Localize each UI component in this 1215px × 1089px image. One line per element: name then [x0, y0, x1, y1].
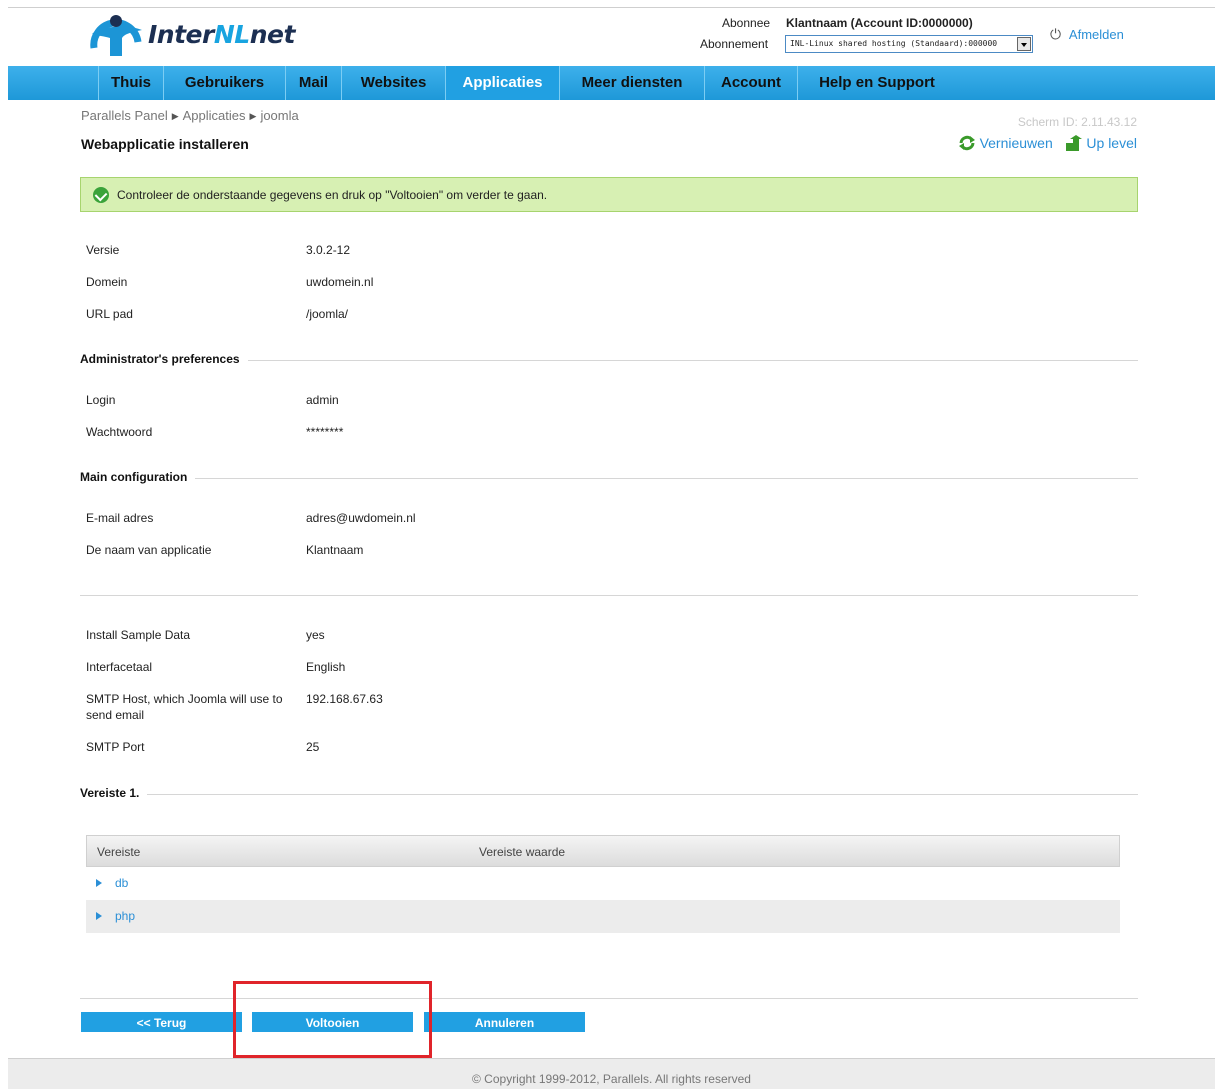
section-requirements: Vereiste 1. [80, 786, 1138, 802]
field-value: adres@uwdomein.nl [306, 511, 416, 525]
logout-link[interactable]: ⏻ Afmelden [1050, 26, 1124, 43]
requirements-table: Vereiste Vereiste waarde db php [86, 835, 1120, 933]
refresh-icon [958, 135, 975, 151]
field-value: /joomla/ [306, 307, 349, 321]
field-label: SMTP Host, which Joomla will use to send… [86, 692, 283, 722]
nav-gebruikers[interactable]: Gebruikers [164, 66, 286, 100]
nav-thuis[interactable]: Thuis [98, 66, 164, 100]
page-tools: Vernieuwen Up level [958, 135, 1137, 151]
field-label: Wachtwoord [86, 425, 153, 439]
field-label: URL pad [86, 307, 133, 321]
subscriber-label: Abonnee [722, 16, 771, 30]
divider [80, 595, 1138, 596]
nav-websites[interactable]: Websites [342, 66, 446, 100]
section-admin-preferences: Administrator's preferences [80, 352, 1138, 368]
section-title: Vereiste 1. [80, 786, 148, 800]
subscription-select[interactable]: INL-Linux shared hosting (Standaard):000… [785, 35, 1033, 53]
field-label: Login [86, 393, 116, 407]
info-message: Controleer de onderstaande gegevens en d… [80, 177, 1138, 212]
internlnet-logo[interactable]: InterNLnet [88, 12, 328, 58]
breadcrumb-applicaties[interactable]: Applicaties [183, 108, 246, 123]
field-label: SMTP Port [86, 740, 145, 754]
subscriber-name: Klantnaam (Account ID:0000000) [786, 16, 973, 30]
field-value: 25 [306, 740, 320, 754]
field-value: uwdomein.nl [306, 275, 374, 289]
table-row: php [86, 900, 1120, 933]
highlight-annotation [233, 981, 432, 1058]
field-label: Interfacetaal [86, 660, 153, 674]
logout-label: Afmelden [1068, 27, 1124, 42]
breadcrumb-parallels-panel[interactable]: Parallels Panel [81, 108, 168, 123]
section-title: Main configuration [80, 470, 196, 484]
table-header: Vereiste Vereiste waarde [86, 835, 1120, 867]
nav-meer-diensten[interactable]: Meer diensten [560, 66, 705, 100]
chevron-down-icon[interactable] [1017, 37, 1031, 51]
field-label: E-mail adres [86, 511, 154, 525]
power-icon: ⏻ [1050, 26, 1062, 42]
column-header-vereiste-waarde[interactable]: Vereiste waarde [479, 845, 565, 859]
up-arrow-icon [1066, 135, 1083, 151]
field-label: Install Sample Data [86, 628, 191, 642]
refresh-label: Vernieuwen [979, 135, 1053, 151]
field-label: Domein [86, 275, 128, 289]
section-divider [80, 794, 1138, 795]
expand-arrow-icon[interactable] [96, 912, 102, 920]
chevron-right-icon: ▶ [249, 111, 257, 121]
nav-mail[interactable]: Mail [286, 66, 342, 100]
field-value: Klantnaam [306, 543, 364, 557]
check-circle-icon [93, 187, 109, 203]
main-navigation: Thuis Gebruikers Mail Websites Applicati… [8, 66, 1215, 100]
nav-help-support[interactable]: Help en Support [798, 66, 956, 100]
breadcrumb-joomla: joomla [260, 108, 299, 123]
section-divider [80, 478, 1138, 479]
chevron-right-icon: ▶ [171, 111, 179, 121]
field-value: 192.168.67.63 [306, 692, 383, 706]
subscription-value: INL-Linux shared hosting (Standaard):000… [790, 39, 998, 48]
subscription-label: Abonnement [700, 37, 769, 51]
top-border [8, 7, 1215, 8]
section-main-configuration: Main configuration [80, 470, 1138, 486]
field-value: admin [306, 393, 339, 407]
back-button[interactable]: << Terug [81, 1012, 242, 1032]
table-row: db [86, 867, 1120, 900]
logo-mark-icon [90, 15, 142, 56]
screen-id: Scherm ID: 2.11.43.12 [1017, 115, 1137, 129]
column-header-vereiste[interactable]: Vereiste [97, 845, 140, 859]
nav-account[interactable]: Account [705, 66, 798, 100]
footer: © Copyright 1999-2012, Parallels. All ri… [8, 1058, 1215, 1089]
field-label: De naam van applicatie [86, 543, 212, 557]
field-label: Versie [86, 243, 120, 257]
requirement-link-db[interactable]: db [115, 876, 128, 890]
page-title: Webapplicatie installeren [81, 136, 249, 152]
requirement-link-php[interactable]: php [115, 909, 135, 923]
field-value: ******** [306, 425, 344, 439]
up-level-link[interactable]: Up level [1064, 135, 1137, 151]
field-value: English [306, 660, 346, 674]
expand-arrow-icon[interactable] [96, 879, 102, 887]
section-title: Administrator's preferences [80, 352, 248, 366]
nav-applicaties[interactable]: Applicaties [446, 66, 560, 100]
breadcrumb: Parallels Panel ▶ Applicaties ▶ joomla [81, 108, 299, 123]
field-value: 3.0.2-12 [306, 243, 351, 257]
cancel-button[interactable]: Annuleren [424, 1012, 585, 1032]
copyright-text: © Copyright 1999-2012, Parallels. All ri… [472, 1072, 751, 1086]
up-level-label: Up level [1086, 135, 1137, 151]
refresh-link[interactable]: Vernieuwen [958, 135, 1057, 151]
logo-text: InterNLnet [148, 20, 295, 49]
field-value: yes [306, 628, 325, 642]
info-message-text: Controleer de onderstaande gegevens en d… [117, 188, 548, 202]
